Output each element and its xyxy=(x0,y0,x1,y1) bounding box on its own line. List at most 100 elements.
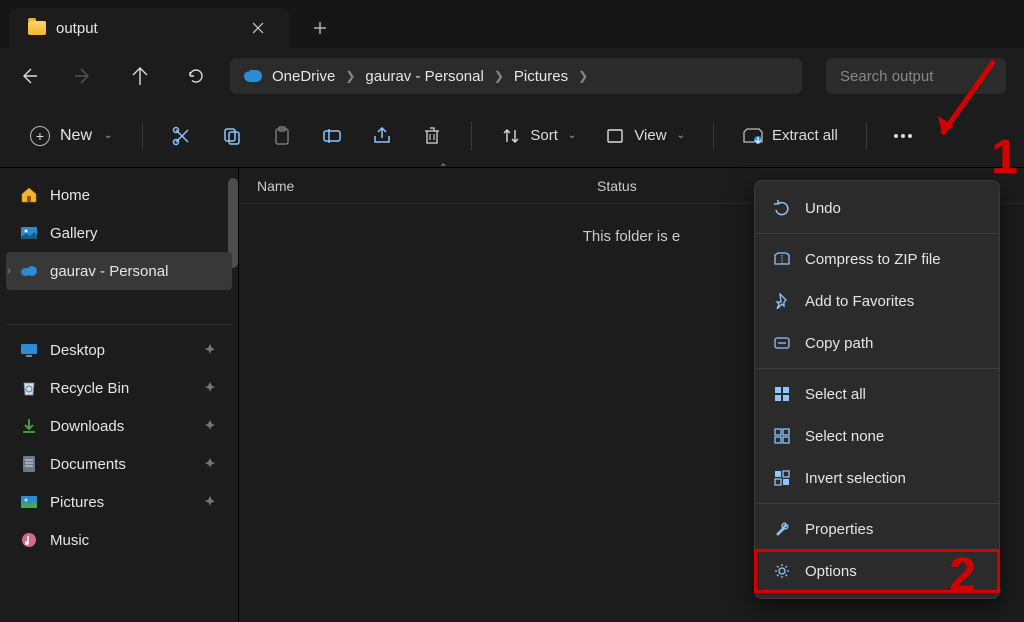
up-button[interactable] xyxy=(130,66,150,86)
rename-button[interactable] xyxy=(311,118,353,154)
copy-button[interactable] xyxy=(211,118,253,154)
search-placeholder: Search output xyxy=(840,68,933,85)
tab-output[interactable]: output xyxy=(10,8,290,48)
sidebar-item-music[interactable]: Music xyxy=(6,521,232,559)
sidebar-item-home[interactable]: Home xyxy=(6,176,232,214)
chevron-right-icon: › xyxy=(4,265,14,277)
clipboard-icon xyxy=(271,125,293,147)
copy-icon xyxy=(221,125,243,147)
sidebar-item-recycle[interactable]: Recycle Bin xyxy=(6,369,232,407)
zip-icon xyxy=(773,250,791,268)
share-icon xyxy=(371,125,393,147)
nav-bar: OneDrive ❯ gaurav - Personal ❯ Pictures … xyxy=(0,48,1024,104)
toolbar: + New ⌄ Sort ⌄ xyxy=(0,104,1024,168)
column-header-name[interactable]: Name xyxy=(257,178,597,194)
documents-icon xyxy=(20,455,38,473)
menu-label: Properties xyxy=(805,521,873,538)
folder-icon xyxy=(28,21,46,35)
arrow-left-icon xyxy=(19,67,37,85)
pin-icon xyxy=(204,457,218,471)
ellipsis-icon xyxy=(894,134,912,138)
paste-button[interactable] xyxy=(261,118,303,154)
refresh-icon xyxy=(187,67,205,85)
crumb-onedrive[interactable]: OneDrive xyxy=(272,68,335,85)
sidebar-label: Downloads xyxy=(50,418,124,435)
separator xyxy=(142,122,143,150)
chevron-down-icon: ⌄ xyxy=(677,130,685,141)
gear-icon xyxy=(773,562,791,580)
undo-icon xyxy=(773,199,791,217)
title-bar: output xyxy=(0,0,1024,48)
sidebar-label: gaurav - Personal xyxy=(50,263,168,280)
nav-buttons xyxy=(18,66,206,86)
chevron-right-icon: ❯ xyxy=(345,69,355,83)
extract-all-button[interactable]: Extract all xyxy=(732,118,848,154)
menu-copypath[interactable]: Copy path xyxy=(755,322,999,364)
sort-icon xyxy=(500,125,522,147)
sidebar-item-personal[interactable]: › gaurav - Personal xyxy=(6,252,232,290)
back-button[interactable] xyxy=(18,66,38,86)
refresh-button[interactable] xyxy=(186,66,206,86)
menu-favorites[interactable]: Add to Favorites xyxy=(755,280,999,322)
sidebar-item-desktop[interactable]: Desktop xyxy=(6,331,232,369)
sort-label: Sort xyxy=(530,127,558,144)
breadcrumb[interactable]: OneDrive ❯ gaurav - Personal ❯ Pictures … xyxy=(230,58,802,94)
menu-label: Select all xyxy=(805,386,866,403)
menu-properties[interactable]: Properties xyxy=(755,508,999,550)
cut-button[interactable] xyxy=(161,118,203,154)
new-button[interactable]: + New ⌄ xyxy=(18,118,124,154)
sidebar-label: Desktop xyxy=(50,342,105,359)
menu-label: Undo xyxy=(805,200,841,217)
menu-separator xyxy=(755,503,999,504)
music-icon xyxy=(20,531,38,549)
menu-selectall[interactable]: Select all xyxy=(755,373,999,415)
invert-selection-icon xyxy=(773,469,791,487)
arrow-up-icon xyxy=(131,67,149,85)
crumb-personal[interactable]: gaurav - Personal xyxy=(365,68,483,85)
sidebar: Home Gallery › gaurav - Personal Desktop… xyxy=(0,168,238,622)
sidebar-item-documents[interactable]: Documents xyxy=(6,445,232,483)
menu-separator xyxy=(755,233,999,234)
more-button[interactable] xyxy=(885,118,921,154)
view-button[interactable]: View ⌄ xyxy=(594,118,695,154)
separator xyxy=(866,122,867,150)
sidebar-label: Music xyxy=(50,532,89,549)
rename-icon xyxy=(321,125,343,147)
arrow-right-icon xyxy=(75,67,93,85)
menu-selectnone[interactable]: Select none xyxy=(755,415,999,457)
gallery-icon xyxy=(20,224,38,242)
annotation-number-1: 1 xyxy=(991,130,1018,185)
trash-icon xyxy=(421,125,443,147)
extract-icon xyxy=(742,125,764,147)
downloads-icon xyxy=(20,417,38,435)
tab-title: output xyxy=(56,20,98,37)
new-tab-button[interactable] xyxy=(300,8,340,48)
delete-button[interactable] xyxy=(411,118,453,154)
sidebar-item-gallery[interactable]: Gallery xyxy=(6,214,232,252)
scissors-icon xyxy=(171,125,193,147)
select-none-icon xyxy=(773,427,791,445)
context-menu: Undo Compress to ZIP file Add to Favorit… xyxy=(754,180,1000,599)
divider xyxy=(6,324,232,325)
sidebar-item-pictures[interactable]: Pictures xyxy=(6,483,232,521)
menu-label: Copy path xyxy=(805,335,873,352)
share-button[interactable] xyxy=(361,118,403,154)
home-icon xyxy=(20,186,38,204)
sidebar-label: Gallery xyxy=(50,225,98,242)
chevron-right-icon: ❯ xyxy=(494,69,504,83)
view-icon xyxy=(604,125,626,147)
column-header-status[interactable]: Status xyxy=(597,178,687,194)
menu-separator xyxy=(755,368,999,369)
menu-label: Select none xyxy=(805,428,884,445)
forward-button[interactable] xyxy=(74,66,94,86)
sidebar-item-downloads[interactable]: Downloads xyxy=(6,407,232,445)
separator xyxy=(471,122,472,150)
close-tab-button[interactable] xyxy=(244,14,272,42)
menu-undo[interactable]: Undo xyxy=(755,187,999,229)
chevron-right-icon: ❯ xyxy=(578,69,588,83)
menu-invert[interactable]: Invert selection xyxy=(755,457,999,499)
menu-label: Invert selection xyxy=(805,470,906,487)
menu-compress[interactable]: Compress to ZIP file xyxy=(755,238,999,280)
crumb-pictures[interactable]: Pictures xyxy=(514,68,568,85)
sort-button[interactable]: Sort ⌄ xyxy=(490,118,586,154)
